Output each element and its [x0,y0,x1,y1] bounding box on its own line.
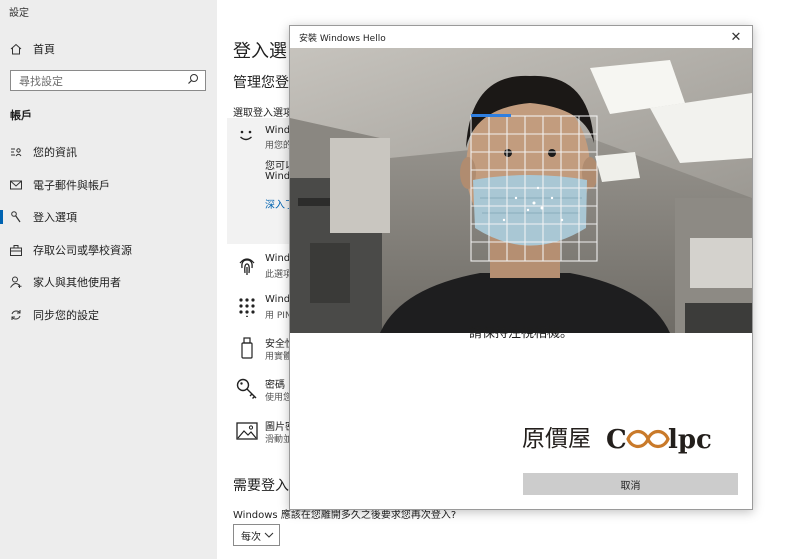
password-option-label[interactable]: 密碼 [265,376,285,391]
security-key-option-desc: 用實體 [265,352,293,362]
picture-icon [235,419,259,443]
instruction-text: 請保持注視相機。 [468,326,573,341]
chevron-down-icon [264,530,274,541]
svg-text:原價屋: 原價屋 [522,426,591,452]
face-option-desc: 用您的 [265,141,293,151]
require-signin-heading: 需要登入 [233,478,289,494]
nav-item-label: 家人與其他使用者 [33,276,121,289]
mail-icon [9,180,23,190]
nav-item-sign-in-options[interactable]: 登入選項 [0,202,217,232]
camera-scene-image [290,48,752,333]
usb-key-icon [235,336,259,360]
briefcase-icon [9,244,23,256]
choose-label: 選取登入選項 [233,108,293,119]
nav-item-label: 您的資訊 [33,146,77,159]
nav-item-label: 存取公司或學校資源 [33,244,132,257]
password-option-desc: 使用您 [265,393,293,403]
nav-home[interactable]: 首頁 [0,34,217,64]
pin-option-desc: 用 PIN [265,311,292,321]
key-icon [9,211,23,223]
person-card-icon [9,147,23,157]
app-title: 設定 [9,8,29,19]
pin-keypad-icon [235,295,259,319]
nav-home-label: 首頁 [33,43,55,56]
navigation-pane: 設定 首頁 尋找設定 帳戶 您的資訊 電子郵件與帳戶 登入選項 存取公司或學校資… [0,0,217,559]
page-title: 登入選 [233,41,287,62]
nav-item-work-school[interactable]: 存取公司或學校資源 [0,235,217,265]
windows-hello-dialog: 安裝 Windows Hello ✕ 請保持注視相機。 原價屋 C lpc 取消 [289,25,753,510]
nav-item-label: 登入選項 [33,211,77,224]
cancel-button[interactable]: 取消 [523,473,738,495]
coolpc-watermark-logo: 原價屋 C lpc [522,425,712,455]
manage-heading: 管理您登 [233,75,289,91]
nav-item-label: 同步您的設定 [33,309,99,322]
smiley-face-icon [237,126,255,149]
search-placeholder: 尋找設定 [19,74,63,88]
password-key-icon [235,377,259,401]
search-icon [187,73,199,88]
add-person-icon [9,276,23,288]
sync-icon [9,309,23,321]
nav-item-family[interactable]: 家人與其他使用者 [0,267,217,297]
signin-frequency-select[interactable]: 每次 [233,524,280,546]
close-button[interactable]: ✕ [725,27,747,47]
hello-face-option[interactable]: Windo 用您的 您可以 Windo 深入了 [227,118,297,244]
nav-item-your-info[interactable]: 您的資訊 [0,137,217,167]
picture-option-desc: 滑動並 [265,435,293,445]
nav-item-sync[interactable]: 同步您的設定 [0,300,217,330]
camera-preview [290,48,752,333]
fingerprint-icon [235,254,259,278]
nav-item-email[interactable]: 電子郵件與帳戶 [0,170,217,200]
search-input[interactable]: 尋找設定 [10,70,206,91]
svg-text:lpc: lpc [668,425,712,455]
dialog-title: 安裝 Windows Hello [299,34,386,44]
svg-text:C: C [606,425,627,455]
section-heading: 帳戶 [10,109,32,122]
frequency-value: 每次 [241,531,261,543]
fingerprint-option-desc: 此選項 [265,270,293,280]
close-icon: ✕ [730,29,742,45]
nav-item-label: 電子郵件與帳戶 [33,179,110,192]
home-icon [9,43,23,55]
